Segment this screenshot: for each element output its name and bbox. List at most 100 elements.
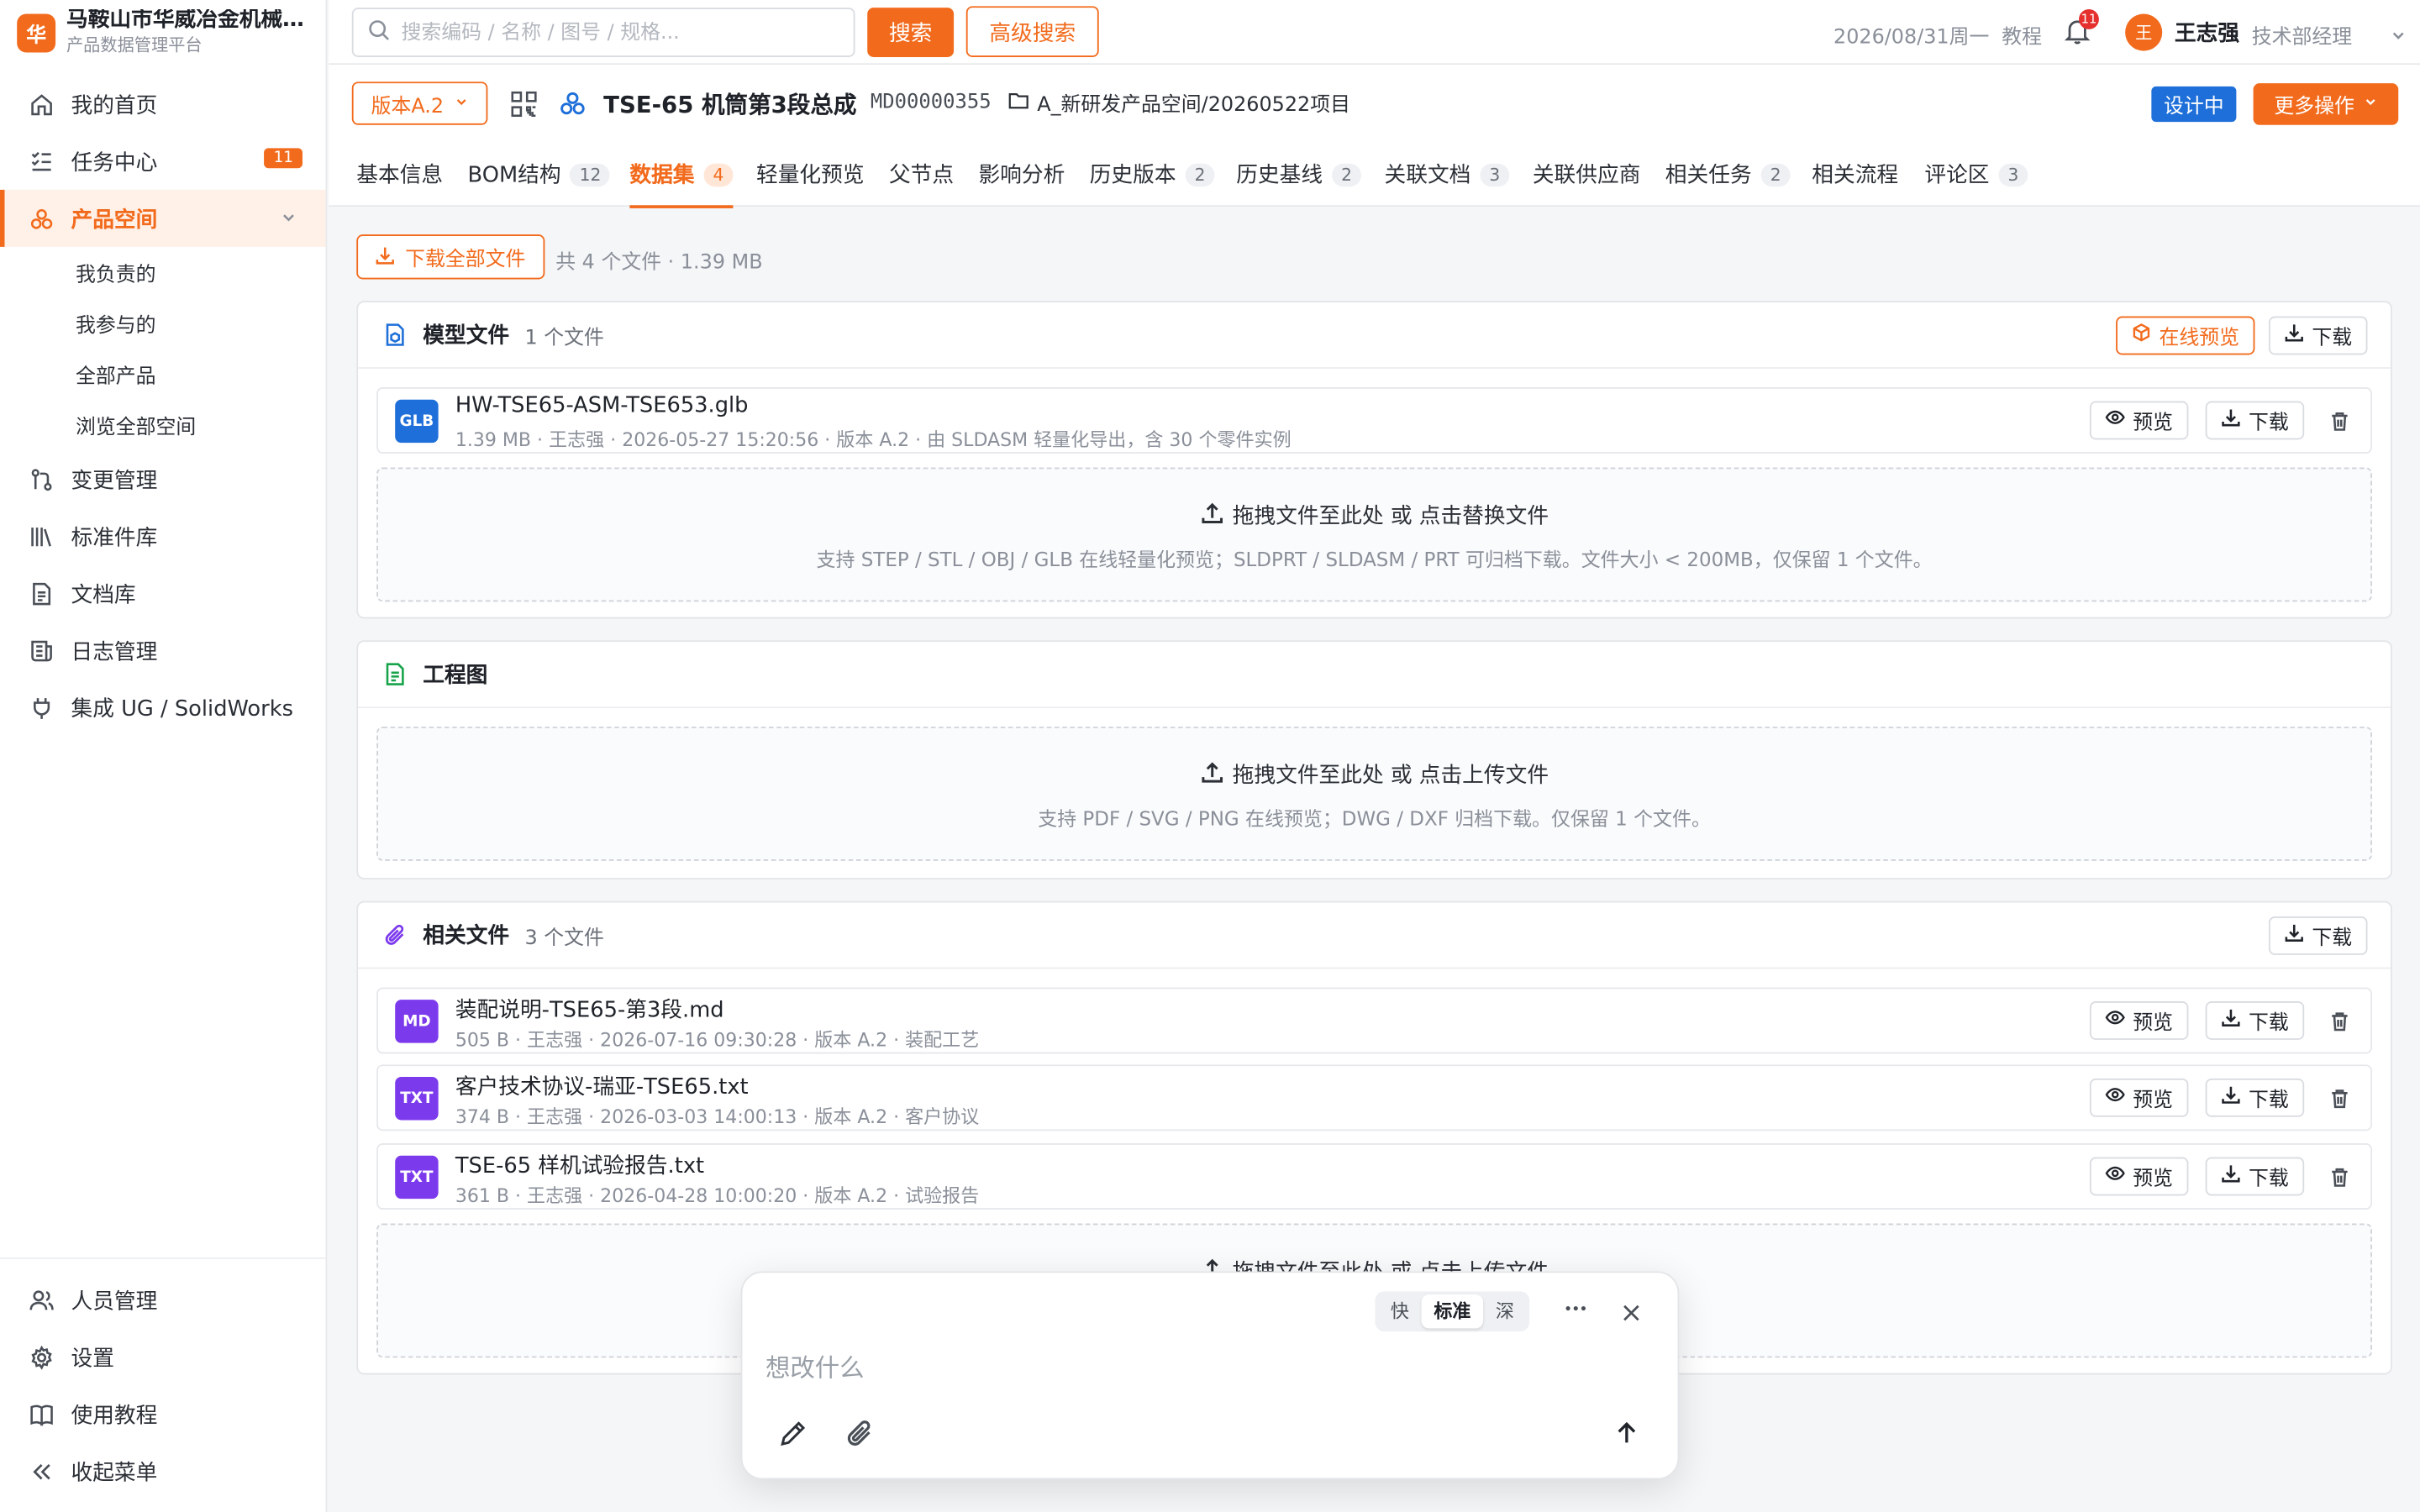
download-icon	[376, 244, 396, 269]
preview-button[interactable]: 预览	[2089, 1157, 2189, 1196]
drawing-dropzone[interactable]: 拖拽文件至此处 或 点击上传文件 支持 PDF / SVG / PNG 在线预览…	[376, 727, 2373, 861]
tab-related-tasks[interactable]: 相关任务 2	[1665, 142, 1791, 207]
version-select[interactable]: 版本A.2	[351, 81, 488, 125]
sidebar-item-documents[interactable]: 文档库	[0, 564, 326, 622]
more-actions-button[interactable]: 更多操作	[2253, 83, 2399, 125]
button-label: 下载	[2249, 412, 2289, 435]
download-icon	[2221, 1084, 2241, 1110]
model-dropzone[interactable]: 拖拽文件至此处 或 点击替换文件 支持 STEP / STL / OBJ / G…	[376, 467, 2373, 602]
sidebar-item-logs[interactable]: 日志管理	[0, 622, 326, 679]
tab-related-documents[interactable]: 关联文档 3	[1385, 142, 1510, 207]
tab-lightweight-preview[interactable]: 轻量化预览	[756, 142, 865, 207]
upload-icon	[1200, 760, 1223, 790]
tab-bom[interactable]: BOM结构 12	[468, 142, 611, 207]
file-name[interactable]: TSE-65 样机试验报告.txt	[455, 1149, 704, 1180]
user-name[interactable]: 王志强	[2175, 17, 2239, 48]
qr-code-icon[interactable]	[511, 91, 537, 123]
sidebar-item-integration[interactable]: 集成 UG / SolidWorks	[0, 679, 326, 736]
download-icon	[2221, 1007, 2241, 1033]
eye-icon	[2105, 1007, 2125, 1033]
trash-icon[interactable]	[2324, 402, 2355, 440]
tab-history-versions[interactable]: 历史版本 2	[1090, 142, 1215, 207]
mode-fast[interactable]: 快	[1378, 1294, 1421, 1328]
trash-icon[interactable]	[2324, 1158, 2355, 1196]
more-icon[interactable]	[1564, 1296, 1588, 1327]
tab-basic-info[interactable]: 基本信息	[356, 142, 443, 207]
download-button[interactable]: 下载	[2268, 916, 2368, 955]
avatar[interactable]: 王	[2125, 13, 2163, 51]
tab-label: 关联文档	[1384, 163, 1471, 189]
tab-dataset[interactable]: 数据集 4	[629, 142, 734, 208]
tab-related-suppliers[interactable]: 关联供应商	[1533, 142, 1641, 207]
library-icon	[29, 524, 54, 549]
sidebar-item-change[interactable]: 变更管理	[0, 450, 326, 507]
change-icon	[29, 467, 54, 491]
mode-selector: 快 标准 深	[1375, 1291, 1530, 1332]
advanced-search-button[interactable]: 高级搜索	[965, 6, 1099, 57]
download-button[interactable]: 下载	[2205, 401, 2305, 440]
trash-icon[interactable]	[2324, 1001, 2355, 1040]
search-icon	[367, 18, 391, 47]
download-button[interactable]: 下载	[2268, 316, 2368, 355]
tab-count: 3	[1998, 162, 2028, 186]
sidebar-item-tutorial[interactable]: 使用教程	[0, 1385, 326, 1442]
download-button[interactable]: 下载	[2205, 1157, 2305, 1196]
download-button[interactable]: 下载	[2205, 1001, 2305, 1040]
tab-parent-node[interactable]: 父节点	[889, 142, 954, 207]
subnav-item-mine[interactable]: 我负责的	[0, 247, 326, 298]
chevron-down-icon[interactable]	[2389, 22, 2407, 51]
tab-count: 12	[570, 162, 611, 186]
sidebar-item-tasks[interactable]: 任务中心 11	[0, 133, 326, 190]
preview-button[interactable]: 预览	[2089, 1078, 2189, 1117]
search-button[interactable]: 搜索	[867, 8, 955, 57]
search-input[interactable]	[401, 20, 834, 45]
trash-icon[interactable]	[2324, 1079, 2355, 1117]
download-all-button[interactable]: 下载全部文件	[356, 234, 545, 280]
file-name[interactable]: 装配说明-TSE65-第3段.md	[455, 994, 724, 1025]
user-role: 技术部经理	[2251, 26, 2353, 50]
tab-impact-analysis[interactable]: 影响分析	[978, 142, 1065, 207]
subnav-item-participating[interactable]: 我参与的	[0, 297, 326, 349]
paperclip-icon[interactable]	[844, 1418, 876, 1455]
tab-history-baselines[interactable]: 历史基线 2	[1236, 142, 1361, 207]
mode-deep[interactable]: 深	[1483, 1294, 1526, 1328]
product-path[interactable]: A_新研发产品空间/20260522项目	[1007, 88, 1350, 118]
send-arrow-icon[interactable]	[1612, 1418, 1643, 1455]
button-label: 预览	[2133, 1089, 2174, 1113]
tab-count: 4	[703, 162, 734, 186]
composer-input[interactable]	[765, 1352, 1645, 1383]
sidebar-item-home[interactable]: 我的首页	[0, 76, 326, 133]
sidebar-item-collapse[interactable]: 收起菜单	[0, 1442, 326, 1499]
preview-button[interactable]: 预览	[2089, 401, 2189, 440]
tab-count: 2	[1760, 162, 1791, 186]
tutorial-link[interactable]: 教程	[2002, 20, 2042, 50]
card-title: 工程图	[423, 663, 488, 689]
file-meta: 1.39 MB · 王志强 · 2026-05-27 15:20:56 · 版本…	[455, 428, 1292, 451]
subnav-item-browse-spaces[interactable]: 浏览全部空间	[0, 400, 326, 451]
sidebar-item-standard-parts[interactable]: 标准件库	[0, 507, 326, 564]
tab-label: 父节点	[888, 163, 955, 189]
online-preview-button[interactable]: 在线预览	[2116, 316, 2255, 355]
brand[interactable]: 华 马鞍山市华威冶金机械有限公司 产品数据管理平台	[0, 0, 326, 65]
download-icon	[2221, 1163, 2241, 1189]
button-label: 在线预览	[2159, 327, 2240, 350]
search-box[interactable]	[351, 8, 855, 57]
sidebar-item-users[interactable]: 人员管理	[0, 1271, 326, 1328]
preview-button[interactable]: 预览	[2089, 1001, 2189, 1040]
download-button[interactable]: 下载	[2205, 1078, 2305, 1117]
sidebar-nav: 我的首页 任务中心 11 产品空间 我负责的 我参与的 全部产品 浏览全部空间 …	[0, 76, 326, 736]
file-name[interactable]: HW-TSE65-ASM-TSE653.glb	[455, 393, 749, 417]
close-icon[interactable]	[1622, 1299, 1640, 1329]
file-name[interactable]: 客户技术协议-瑞亚-TSE65.txt	[455, 1071, 749, 1102]
tab-related-workflows[interactable]: 相关流程	[1812, 142, 1898, 207]
button-label: 预览	[2133, 1011, 2174, 1036]
sidebar-item-settings[interactable]: 设置	[0, 1328, 326, 1385]
tab-label: 关联供应商	[1532, 163, 1641, 189]
pencil-icon[interactable]	[778, 1418, 809, 1455]
mode-standard[interactable]: 标准	[1421, 1294, 1484, 1329]
users-icon	[29, 1288, 54, 1312]
subnav-item-all-products[interactable]: 全部产品	[0, 349, 326, 400]
tab-comments[interactable]: 评论区 3	[1924, 142, 2028, 207]
sidebar-item-product-space[interactable]: 产品空间	[0, 189, 326, 247]
eye-icon	[2105, 1163, 2125, 1189]
